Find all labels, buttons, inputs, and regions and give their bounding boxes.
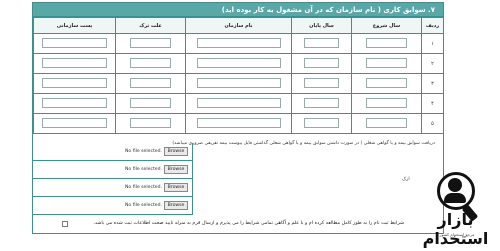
person-body-icon: [444, 193, 466, 203]
start-year-input[interactable]: [366, 77, 407, 88]
position-input[interactable]: [42, 97, 107, 108]
file-status: No file selected.: [124, 185, 162, 190]
file-upload-row: No file selected. Browse: [33, 161, 193, 179]
person-head-icon: [448, 178, 462, 192]
leave-reason-input[interactable]: [130, 117, 171, 128]
end-year-input[interactable]: [304, 57, 339, 68]
row-number: ۳: [421, 73, 444, 94]
header-position: پست سازمانی: [33, 17, 116, 34]
file-upload-row: No file selected. Browse: [33, 179, 193, 197]
file-upload-list: No file selected. Browse No file selecte…: [33, 143, 193, 215]
watermark-brand: بازار استخدام: [422, 210, 489, 248]
file-status: No file selected.: [124, 149, 162, 154]
header-end-year: سال پایان: [291, 17, 352, 34]
watermark-logo: بازار استخدام مرجع استخدام کشور: [413, 172, 498, 248]
organization-input[interactable]: [196, 97, 281, 108]
row-number: ۲: [421, 53, 444, 74]
header-start-year: سال شروع: [351, 17, 422, 34]
organization-input[interactable]: [196, 77, 281, 88]
work-history-grid: ردیف سال شروع سال پایان نام سازمان علت ت…: [33, 17, 444, 137]
section-title: ۷. سوابق کاری ( نام سازمان که در آن مشغو…: [33, 3, 443, 17]
table-row: ۱: [33, 33, 444, 54]
watermark-tagline: مرجع استخدام کشور: [439, 232, 475, 237]
leave-reason-input[interactable]: [130, 37, 171, 48]
header-row-number: ردیف: [421, 17, 444, 34]
end-year-input[interactable]: [304, 117, 339, 128]
end-year-input[interactable]: [304, 37, 339, 48]
organization-input[interactable]: [196, 117, 281, 128]
browse-button[interactable]: Browse: [164, 147, 188, 156]
header-leave-reason: علت ترک: [115, 17, 186, 34]
browse-button[interactable]: Browse: [164, 183, 188, 192]
position-input[interactable]: [42, 57, 107, 68]
position-input[interactable]: [42, 37, 107, 48]
end-year-input[interactable]: [304, 97, 339, 108]
leave-reason-input[interactable]: [130, 57, 171, 68]
end-year-input[interactable]: [304, 77, 339, 88]
agreement-text: شرایط ثبت نام را به طور کامل مطالعه کرده…: [62, 219, 406, 229]
organization-input[interactable]: [196, 57, 281, 68]
file-upload-row: No file selected. Browse: [33, 143, 193, 161]
start-year-input[interactable]: [366, 97, 407, 108]
row-number: ۴: [421, 93, 444, 114]
start-year-input[interactable]: [366, 57, 407, 68]
start-year-input[interactable]: [366, 37, 407, 48]
file-status: No file selected.: [124, 203, 162, 208]
row-number: ۵: [421, 113, 444, 134]
table-row: ۵: [33, 113, 444, 134]
file-upload-row: No file selected. Browse: [33, 197, 193, 215]
side-label: ارک: [402, 177, 410, 182]
work-history-table: ردیف سال شروع سال پایان نام سازمان علت ت…: [33, 17, 444, 134]
leave-reason-input[interactable]: [130, 97, 171, 108]
leave-reason-input[interactable]: [130, 77, 171, 88]
row-number: ۱: [421, 33, 444, 54]
agreement-checkbox[interactable]: [62, 221, 68, 227]
work-history-form: ۷. سوابق کاری ( نام سازمان که در آن مشغو…: [32, 2, 444, 234]
browse-button[interactable]: Browse: [164, 165, 188, 174]
table-row: ۲: [33, 53, 444, 74]
browse-button[interactable]: Browse: [164, 201, 188, 210]
table-header-row: ردیف سال شروع سال پایان نام سازمان علت ت…: [33, 17, 444, 34]
header-organization: نام سازمان: [185, 17, 292, 34]
table-row: ۴: [33, 93, 444, 114]
organization-input[interactable]: [196, 37, 281, 48]
start-year-input[interactable]: [366, 117, 407, 128]
position-input[interactable]: [42, 117, 107, 128]
table-row: ۳: [33, 73, 444, 94]
file-status: No file selected.: [124, 167, 162, 172]
position-input[interactable]: [42, 77, 107, 88]
